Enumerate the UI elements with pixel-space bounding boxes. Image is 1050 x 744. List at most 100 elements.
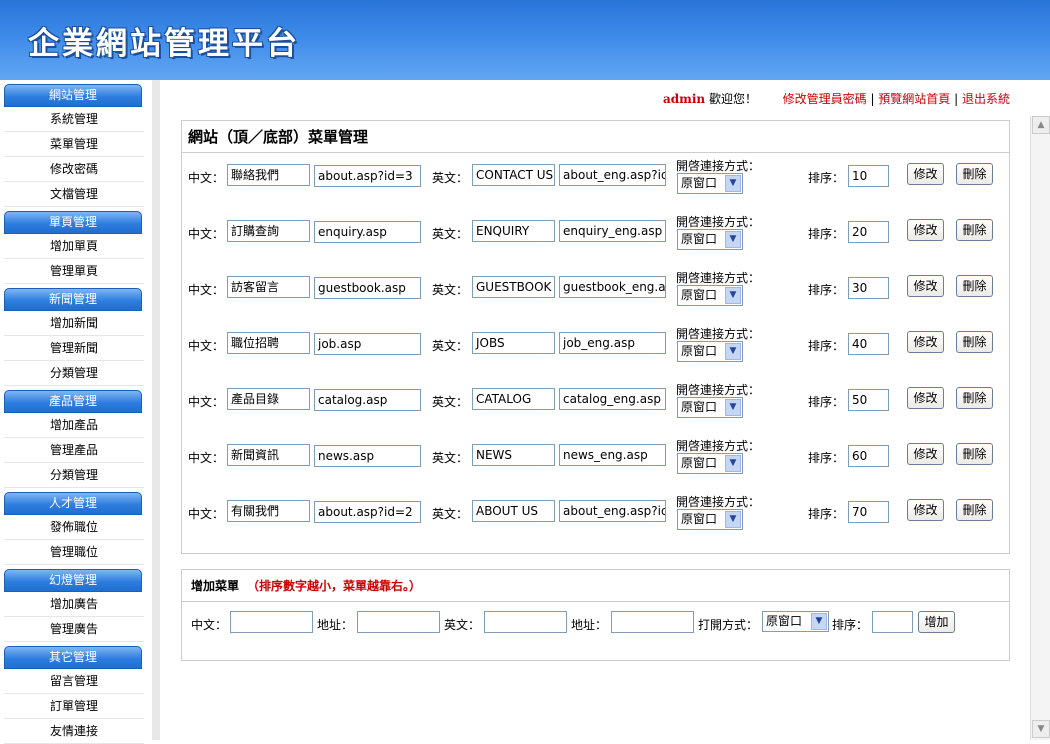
sidebar-item[interactable]: 增加廣告 [4, 592, 144, 617]
chevron-down-icon[interactable]: ▼ [725, 287, 741, 304]
chevron-down-icon[interactable]: ▼ [725, 399, 741, 416]
delete-button[interactable]: 刪除 [956, 499, 993, 521]
en-name-input[interactable]: CATALOG [472, 388, 555, 410]
sidebar-group-header[interactable]: 產品管理 [4, 390, 142, 413]
en-url-input[interactable]: guestbook_eng.asp [559, 276, 666, 298]
edit-button[interactable]: 修改 [907, 499, 944, 521]
en-name-input[interactable]: GUESTBOOK [472, 276, 555, 298]
sidebar-item[interactable]: 文檔管理 [4, 182, 144, 207]
sidebar-item[interactable]: 增加產品 [4, 413, 144, 438]
sidebar-item[interactable]: 修改密碼 [4, 157, 144, 182]
en-name-input[interactable]: CONTACT US [472, 164, 555, 186]
chevron-down-icon[interactable]: ▼ [811, 613, 827, 630]
delete-button[interactable]: 刪除 [956, 387, 993, 409]
add-mode-select[interactable]: 原窗口 ▼ [762, 611, 829, 632]
order-input[interactable]: 70 [848, 501, 889, 523]
open-mode-select[interactable]: 原窗口 ▼ [677, 509, 743, 530]
sidebar-item[interactable]: 管理職位 [4, 540, 144, 565]
en-url-input[interactable]: enquiry_eng.asp [559, 220, 666, 242]
sidebar-item[interactable]: 管理產品 [4, 438, 144, 463]
sidebar-item[interactable]: 管理新聞 [4, 336, 144, 361]
cn-url-input[interactable]: guestbook.asp [314, 277, 421, 299]
sidebar-group-header[interactable]: 網站管理 [4, 84, 142, 107]
vertical-scrollbar[interactable]: ▲ ▼ [1030, 116, 1050, 740]
sidebar-item[interactable]: 菜單管理 [4, 132, 144, 157]
chevron-down-icon[interactable]: ▼ [725, 511, 741, 528]
cn-name-input[interactable]: 產品目錄 [227, 388, 310, 410]
sidebar-item[interactable]: 管理廣告 [4, 617, 144, 642]
en-name-input[interactable]: NEWS [472, 444, 555, 466]
edit-button[interactable]: 修改 [907, 219, 944, 241]
delete-button[interactable]: 刪除 [956, 331, 993, 353]
sidebar-group-header[interactable]: 幻燈管理 [4, 569, 142, 592]
delete-button[interactable]: 刪除 [956, 219, 993, 241]
sidebar-item[interactable]: 分類管理 [4, 361, 144, 386]
edit-button[interactable]: 修改 [907, 387, 944, 409]
edit-button[interactable]: 修改 [907, 443, 944, 465]
scroll-down-icon[interactable]: ▼ [1032, 720, 1050, 738]
en-name-input[interactable]: ABOUT US [472, 500, 555, 522]
preview-site-link[interactable]: 預覽網站首頁 [878, 92, 950, 106]
en-url-input[interactable]: job_eng.asp [559, 332, 666, 354]
chevron-down-icon[interactable]: ▼ [725, 231, 741, 248]
en-name-input[interactable]: ENQUIRY [472, 220, 555, 242]
order-input[interactable]: 10 [848, 165, 889, 187]
delete-button[interactable]: 刪除 [956, 443, 993, 465]
sidebar-item[interactable]: 分類管理 [4, 463, 144, 488]
sidebar-item[interactable]: 增加新聞 [4, 311, 144, 336]
en-name-input[interactable]: JOBS [472, 332, 555, 354]
logout-link[interactable]: 退出系統 [962, 92, 1010, 106]
order-input[interactable]: 50 [848, 389, 889, 411]
sidebar-item[interactable]: 系統管理 [4, 107, 144, 132]
en-url-input[interactable]: catalog_eng.asp [559, 388, 666, 410]
en-url-input[interactable]: about_eng.asp?id=3 [559, 164, 666, 186]
open-mode-select[interactable]: 原窗口 ▼ [677, 453, 743, 474]
en-url-input[interactable]: about_eng.asp?id=2 [559, 500, 666, 522]
order-input[interactable]: 60 [848, 445, 889, 467]
edit-button[interactable]: 修改 [907, 331, 944, 353]
add-order-input[interactable] [872, 611, 913, 633]
add-en-input[interactable] [484, 611, 567, 633]
order-input[interactable]: 30 [848, 277, 889, 299]
change-password-link[interactable]: 修改管理員密碼 [783, 92, 867, 106]
sidebar-group-header[interactable]: 新聞管理 [4, 288, 142, 311]
cn-url-input[interactable]: news.asp [314, 445, 421, 467]
cn-name-input[interactable]: 有關我們 [227, 500, 310, 522]
cn-name-input[interactable]: 訪客留言 [227, 276, 310, 298]
cn-url-input[interactable]: job.asp [314, 333, 421, 355]
cn-name-input[interactable]: 職位招聘 [227, 332, 310, 354]
open-mode-select[interactable]: 原窗口 ▼ [677, 229, 743, 250]
chevron-down-icon[interactable]: ▼ [725, 455, 741, 472]
sidebar-item[interactable]: 留言管理 [4, 669, 144, 694]
edit-button[interactable]: 修改 [907, 275, 944, 297]
add-cn-url-input[interactable] [357, 611, 440, 633]
open-mode-select[interactable]: 原窗口 ▼ [677, 173, 743, 194]
add-cn-input[interactable] [230, 611, 313, 633]
cn-url-input[interactable]: catalog.asp [314, 389, 421, 411]
edit-button[interactable]: 修改 [907, 163, 944, 185]
cn-url-input[interactable]: enquiry.asp [314, 221, 421, 243]
add-en-url-input[interactable] [611, 611, 694, 633]
cn-url-input[interactable]: about.asp?id=3 [314, 165, 421, 187]
chevron-down-icon[interactable]: ▼ [725, 343, 741, 360]
sidebar-item[interactable]: 發佈職位 [4, 515, 144, 540]
cn-name-input[interactable]: 訂購查詢 [227, 220, 310, 242]
open-mode-select[interactable]: 原窗口 ▼ [677, 397, 743, 418]
delete-button[interactable]: 刪除 [956, 163, 993, 185]
open-mode-select[interactable]: 原窗口 ▼ [677, 285, 743, 306]
cn-url-input[interactable]: about.asp?id=2 [314, 501, 421, 523]
order-input[interactable]: 40 [848, 333, 889, 355]
open-mode-select[interactable]: 原窗口 ▼ [677, 341, 743, 362]
sidebar-item[interactable]: 增加單頁 [4, 234, 144, 259]
en-url-input[interactable]: news_eng.asp [559, 444, 666, 466]
delete-button[interactable]: 刪除 [956, 275, 993, 297]
cn-name-input[interactable]: 新聞資訊 [227, 444, 310, 466]
sidebar-item[interactable]: 友情連接 [4, 719, 144, 744]
sidebar-group-header[interactable]: 單頁管理 [4, 211, 142, 234]
cn-name-input[interactable]: 聯絡我們 [227, 164, 310, 186]
sidebar-item[interactable]: 管理單頁 [4, 259, 144, 284]
sidebar-item[interactable]: 訂單管理 [4, 694, 144, 719]
add-button[interactable]: 增加 [918, 611, 955, 633]
sidebar-group-header[interactable]: 其它管理 [4, 646, 142, 669]
chevron-down-icon[interactable]: ▼ [725, 175, 741, 192]
